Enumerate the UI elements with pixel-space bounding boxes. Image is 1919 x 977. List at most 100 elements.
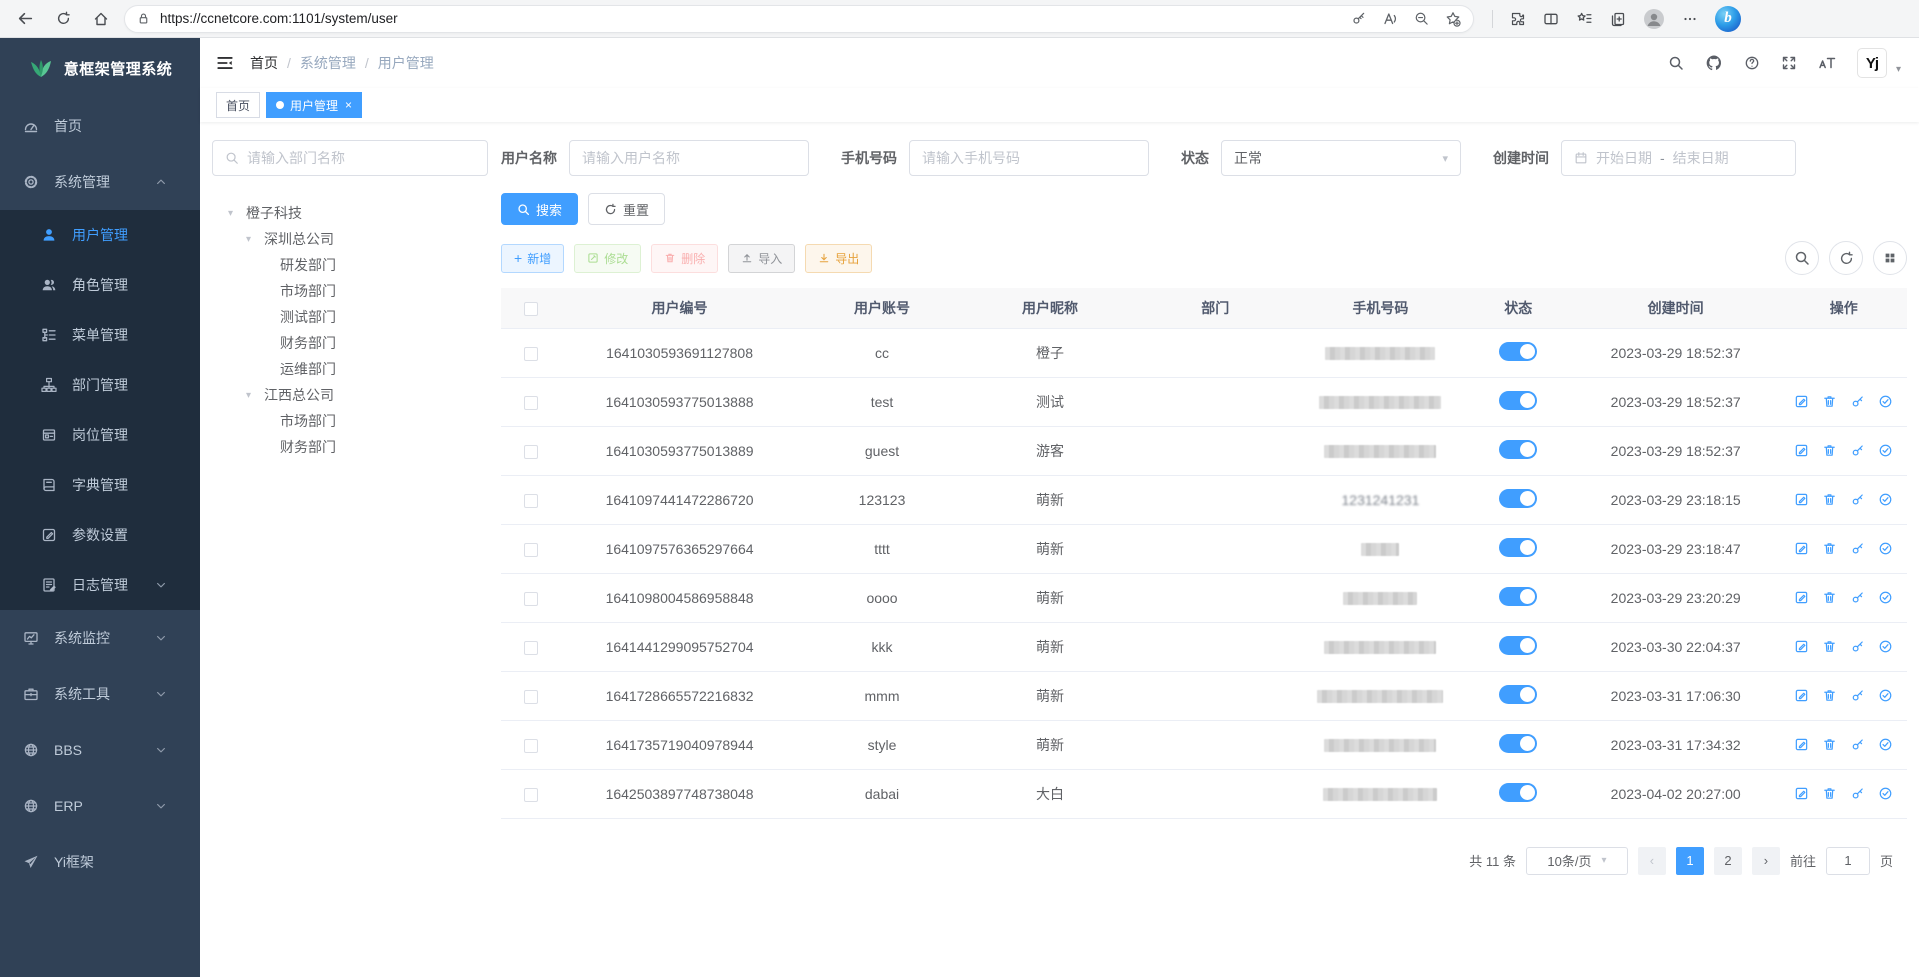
tree-node-研发部门[interactable]: 研发部门 [212,252,488,278]
row-checkbox[interactable] [524,739,538,753]
add-button[interactable]: +新增 [501,244,564,273]
reset-password-icon[interactable] [1850,443,1865,458]
reset-password-icon[interactable] [1850,541,1865,556]
tree-node-运维部门[interactable]: 运维部门 [212,356,488,382]
sidebar-item-日志管理[interactable]: 日志管理 [0,560,200,610]
table-grid-button[interactable] [1873,241,1907,275]
tree-node-市场部门[interactable]: 市场部门 [212,278,488,304]
assign-role-icon[interactable] [1878,492,1893,507]
tree-node-市场部门[interactable]: 市场部门 [212,408,488,434]
url-text[interactable]: https://ccnetcore.com:1101/system/user [160,11,1351,26]
sidebar-item-角色管理[interactable]: 角色管理 [0,260,200,310]
assign-role-icon[interactable] [1878,443,1893,458]
tag-view-首页[interactable]: 首页 [216,92,260,118]
assign-role-icon[interactable] [1878,688,1893,703]
sidebar-item-部门管理[interactable]: 部门管理 [0,360,200,410]
sidebar-item-菜单管理[interactable]: 菜单管理 [0,310,200,360]
row-checkbox[interactable] [524,592,538,606]
breadcrumb-item[interactable]: 首页 [250,53,278,73]
collections-icon[interactable] [1610,11,1626,27]
edit-row-icon[interactable] [1794,639,1809,654]
zoom-out-icon[interactable] [1414,11,1429,27]
tree-node-橙子科技[interactable]: ▾橙子科技 [212,200,488,226]
key-icon[interactable] [1351,11,1366,27]
refresh-button[interactable] [48,4,78,34]
status-toggle[interactable] [1499,538,1537,557]
assign-role-icon[interactable] [1878,394,1893,409]
sidebar-item-系统管理[interactable]: 系统管理 [0,154,200,210]
row-checkbox[interactable] [524,543,538,557]
split-screen-icon[interactable] [1543,11,1559,27]
assign-role-icon[interactable] [1878,541,1893,556]
reset-button[interactable]: 重置 [588,193,665,225]
edit-row-icon[interactable] [1794,786,1809,801]
reset-password-icon[interactable] [1850,590,1865,605]
delete-row-icon[interactable] [1822,639,1837,654]
more-icon[interactable] [1682,11,1698,27]
user-avatar[interactable]: Yj [1857,48,1887,78]
next-page-button[interactable]: › [1752,847,1780,875]
favorites-bar-icon[interactable] [1576,10,1593,27]
date-range-picker[interactable]: 开始日期 - 结束日期 [1561,140,1796,176]
github-icon[interactable] [1705,54,1723,72]
delete-row-icon[interactable] [1822,394,1837,409]
edit-row-icon[interactable] [1794,443,1809,458]
row-checkbox[interactable] [524,445,538,459]
reset-password-icon[interactable] [1850,492,1865,507]
extensions-icon[interactable] [1510,11,1526,27]
status-toggle[interactable] [1499,587,1537,606]
row-checkbox[interactable] [524,690,538,704]
sidebar-item-岗位管理[interactable]: 岗位管理 [0,410,200,460]
select-all-checkbox[interactable] [524,302,538,316]
tree-node-财务部门[interactable]: 财务部门 [212,434,488,460]
collapse-sidebar-icon[interactable] [216,54,234,72]
reset-password-icon[interactable] [1850,737,1865,752]
phone-input[interactable]: 请输入手机号码 [909,140,1149,176]
import-button[interactable]: 导入 [728,244,795,273]
delete-button[interactable]: 删除 [651,244,718,273]
page-size-select[interactable]: 10条/页 ▾ [1526,847,1628,875]
delete-row-icon[interactable] [1822,737,1837,752]
read-aloud-icon[interactable] [1382,11,1398,27]
tree-expand-caret-icon[interactable]: ▾ [246,234,264,245]
status-toggle[interactable] [1499,636,1537,655]
reset-password-icon[interactable] [1850,688,1865,703]
edit-row-icon[interactable] [1794,394,1809,409]
profile-icon[interactable] [1643,8,1665,30]
row-checkbox[interactable] [524,641,538,655]
row-checkbox[interactable] [524,494,538,508]
font-size-icon[interactable] [1818,55,1836,71]
edit-row-icon[interactable] [1794,492,1809,507]
status-toggle[interactable] [1499,783,1537,802]
tree-node-深圳总公司[interactable]: ▾深圳总公司 [212,226,488,252]
reset-password-icon[interactable] [1850,786,1865,801]
fullscreen-icon[interactable] [1781,55,1797,71]
status-toggle[interactable] [1499,685,1537,704]
row-checkbox[interactable] [524,396,538,410]
edit-row-icon[interactable] [1794,541,1809,556]
tree-node-江西总公司[interactable]: ▾江西总公司 [212,382,488,408]
delete-row-icon[interactable] [1822,688,1837,703]
assign-role-icon[interactable] [1878,639,1893,654]
status-toggle[interactable] [1499,391,1537,410]
edit-row-icon[interactable] [1794,688,1809,703]
table-refresh-button[interactable] [1829,241,1863,275]
page-button-1[interactable]: 1 [1676,847,1704,875]
assign-role-icon[interactable] [1878,590,1893,605]
search-button[interactable]: 搜索 [501,193,578,225]
department-search-input[interactable]: 请输入部门名称 [212,140,488,176]
status-toggle[interactable] [1499,489,1537,508]
search-icon[interactable] [1668,55,1684,71]
tree-expand-caret-icon[interactable]: ▾ [246,390,264,401]
reset-password-icon[interactable] [1850,394,1865,409]
export-button[interactable]: 导出 [805,244,872,273]
sidebar-item-ERP[interactable]: ERP [0,778,200,834]
status-toggle[interactable] [1499,342,1537,361]
tree-node-财务部门[interactable]: 财务部门 [212,330,488,356]
copilot-icon[interactable]: b [1715,6,1741,32]
table-search-button[interactable] [1785,241,1819,275]
username-input[interactable]: 请输入用户名称 [569,140,809,176]
delete-row-icon[interactable] [1822,541,1837,556]
delete-row-icon[interactable] [1822,590,1837,605]
favorite-add-icon[interactable] [1445,11,1461,27]
